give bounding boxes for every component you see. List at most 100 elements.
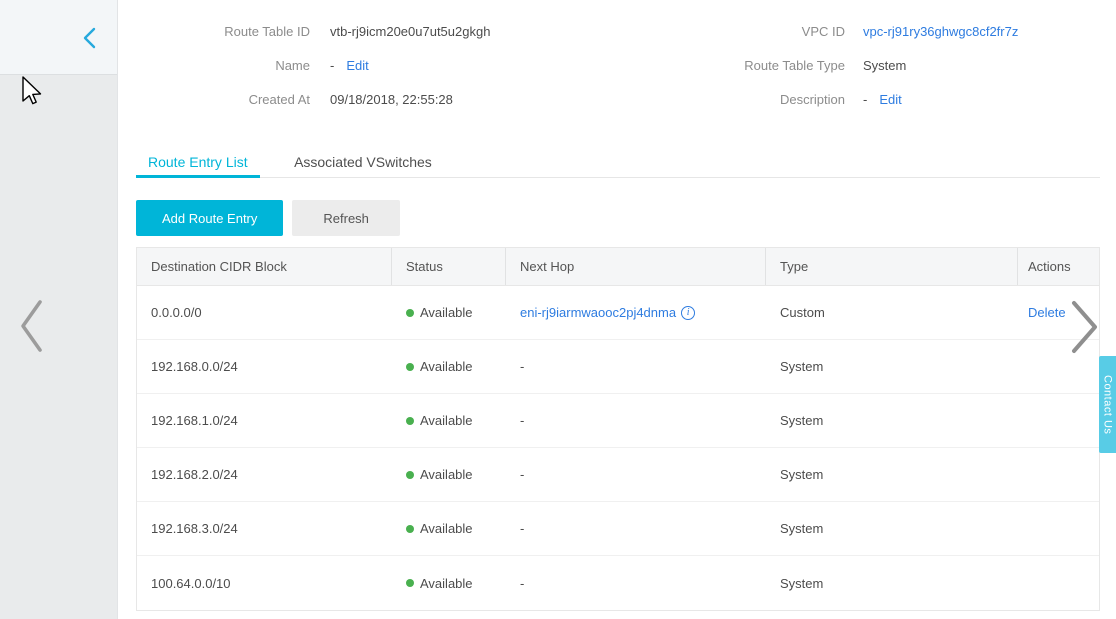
route-entry-table: Destination CIDR Block Status Next Hop T… [136,247,1100,611]
type-cell: System [766,448,1018,501]
status-text: Available [420,413,473,428]
delete-link[interactable]: Delete [1028,305,1066,320]
cidr-cell: 192.168.3.0/24 [137,502,392,555]
route-table-detail-page: Route Table ID vtb-rj9icm20e0u7ut5u2gkgh… [0,0,1116,619]
next-hop-cell: - i [506,340,766,393]
collapse-panel-icon[interactable] [18,298,44,354]
expand-panel-icon[interactable] [1069,299,1101,355]
status-dot-icon [406,309,414,317]
add-route-entry-button[interactable]: Add Route Entry [136,200,283,236]
edit-name-link[interactable]: Edit [346,58,368,73]
tab-bar: Route Entry List Associated VSwitches [136,149,1100,178]
route-table-info: Route Table ID vtb-rj9icm20e0u7ut5u2gkgh… [136,14,1100,116]
field-label: Name [136,58,310,73]
sidebar-header [0,0,117,75]
cidr-cell: 192.168.2.0/24 [137,448,392,501]
edit-description-link[interactable]: Edit [879,92,901,107]
table-header: Destination CIDR Block Status Next Hop T… [137,248,1099,286]
sidebar [0,0,118,619]
description-value: - [863,92,867,107]
next-hop-cell: - i [506,556,766,610]
info-left-column: Route Table ID vtb-rj9icm20e0u7ut5u2gkgh… [136,14,718,116]
table-row: 192.168.2.0/24 Available - i System [137,448,1099,502]
table-row: 192.168.0.0/24 Available - i System [137,340,1099,394]
status-dot-icon [406,579,414,587]
next-hop-link: - [520,576,524,591]
field-created-at: Created At 09/18/2018, 22:55:28 [136,82,718,116]
next-hop-link: - [520,359,524,374]
next-hop-link: - [520,413,524,428]
actions-cell [1018,502,1099,555]
tab-route-entry-list[interactable]: Route Entry List [136,149,260,178]
next-hop-link: - [520,467,524,482]
field-label: Description [718,92,845,107]
column-header-next-hop: Next Hop [506,248,766,285]
next-hop-link[interactable]: eni-rj9iarmwaooc2pj4dnma [520,305,676,320]
field-name: Name - Edit [136,48,718,82]
contact-us-tab[interactable]: Contact Us [1099,356,1116,453]
column-header-actions: Actions [1018,248,1099,285]
status-cell: Available [392,502,506,555]
field-description: Description - Edit [718,82,1100,116]
actions-cell [1018,448,1099,501]
back-icon[interactable] [82,27,96,49]
vpc-id-link[interactable]: vpc-rj91ry36ghwgc8cf2fr7z [863,24,1018,39]
column-header-destination-cidr: Destination CIDR Block [137,248,392,285]
column-header-status: Status [392,248,506,285]
main-content: Route Table ID vtb-rj9icm20e0u7ut5u2gkgh… [118,0,1116,619]
status-text: Available [420,576,473,591]
column-header-type: Type [766,248,1018,285]
cidr-cell: 192.168.0.0/24 [137,340,392,393]
type-cell: System [766,394,1018,447]
table-row: 192.168.1.0/24 Available - i System [137,394,1099,448]
status-cell: Available [392,340,506,393]
status-dot-icon [406,363,414,371]
type-cell: System [766,556,1018,610]
status-cell: Available [392,286,506,339]
info-right-column: VPC ID vpc-rj91ry36ghwgc8cf2fr7z Route T… [718,14,1100,116]
route-table-id-value: vtb-rj9icm20e0u7ut5u2gkgh [330,24,490,39]
status-cell: Available [392,394,506,447]
status-dot-icon [406,471,414,479]
field-label: Route Table Type [718,58,845,73]
toolbar: Add Route Entry Refresh [136,200,1100,236]
field-route-table-id: Route Table ID vtb-rj9icm20e0u7ut5u2gkgh [136,14,718,48]
mouse-cursor [21,76,45,108]
next-hop-cell: - i [506,448,766,501]
actions-cell [1018,394,1099,447]
field-label: Route Table ID [136,24,310,39]
created-at-value: 09/18/2018, 22:55:28 [330,92,453,107]
status-cell: Available [392,556,506,610]
field-route-table-type: Route Table Type System [718,48,1100,82]
status-cell: Available [392,448,506,501]
table-body: 0.0.0.0/0 Available eni-rj9iarmwaooc2pj4… [137,286,1099,610]
table-row: 192.168.3.0/24 Available - i System [137,502,1099,556]
actions-cell [1018,556,1099,610]
cidr-cell: 192.168.1.0/24 [137,394,392,447]
cidr-cell: 100.64.0.0/10 [137,556,392,610]
status-text: Available [420,467,473,482]
table-row: 100.64.0.0/10 Available - i System [137,556,1099,610]
status-text: Available [420,521,473,536]
cidr-cell: 0.0.0.0/0 [137,286,392,339]
refresh-button[interactable]: Refresh [292,200,400,236]
type-cell: System [766,340,1018,393]
name-value: - [330,58,334,73]
route-table-type-value: System [863,58,906,73]
status-text: Available [420,305,473,320]
field-vpc-id: VPC ID vpc-rj91ry36ghwgc8cf2fr7z [718,14,1100,48]
status-dot-icon [406,525,414,533]
next-hop-cell: - i [506,502,766,555]
type-cell: System [766,502,1018,555]
status-dot-icon [406,417,414,425]
next-hop-cell: eni-rj9iarmwaooc2pj4dnma i [506,286,766,339]
table-row: 0.0.0.0/0 Available eni-rj9iarmwaooc2pj4… [137,286,1099,340]
field-label: Created At [136,92,310,107]
field-label: VPC ID [718,24,845,39]
status-text: Available [420,359,473,374]
tab-associated-vswitches[interactable]: Associated VSwitches [282,149,444,178]
next-hop-cell: - i [506,394,766,447]
info-icon[interactable]: i [681,306,695,320]
next-hop-link: - [520,521,524,536]
type-cell: Custom [766,286,1018,339]
